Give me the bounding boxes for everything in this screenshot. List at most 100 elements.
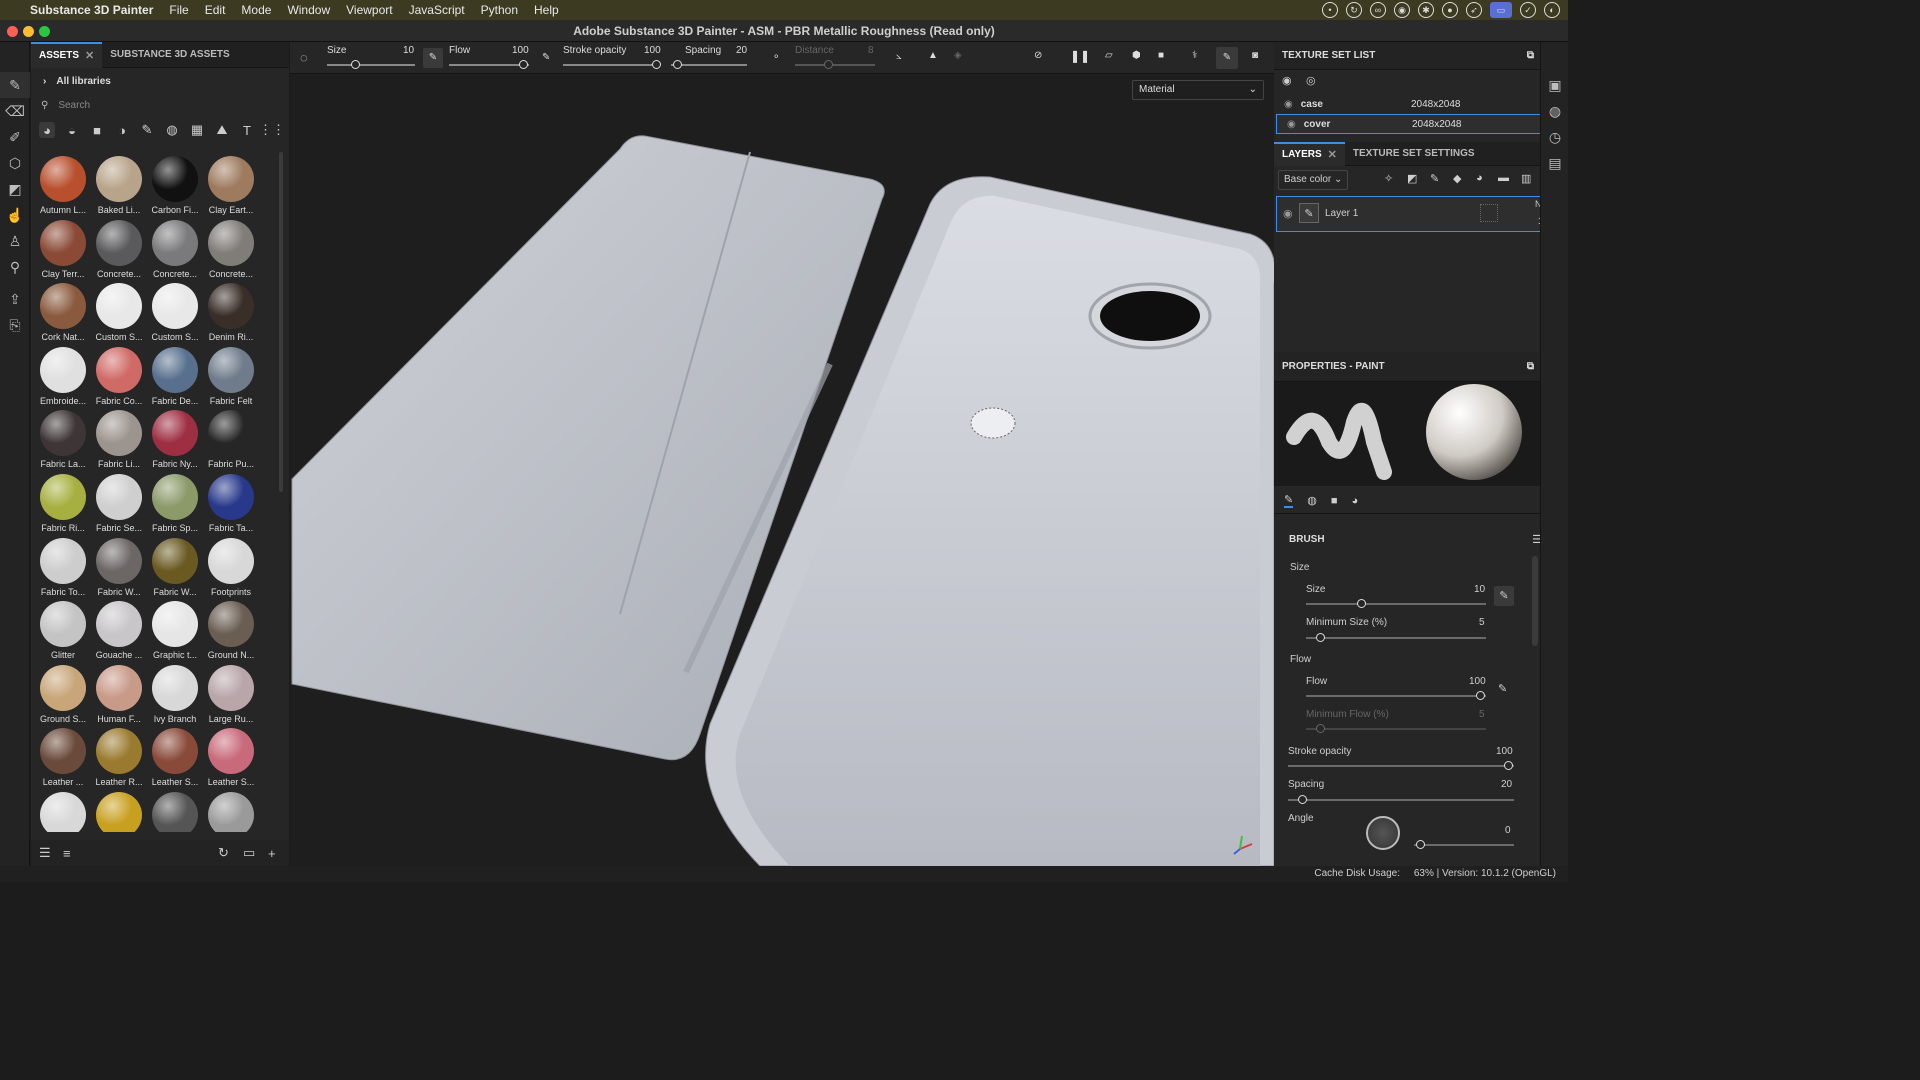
minsize-slider[interactable] [1306,637,1486,639]
asset-tile[interactable]: Glitter [35,597,91,661]
toolbar-spacing-slider[interactable] [671,64,747,66]
paint-mode-icon[interactable]: ✎ [1216,47,1238,69]
asset-tile[interactable]: Fabric To... [35,534,91,598]
smart-materials-filter-icon[interactable]: ◒ [64,122,80,138]
minsize-value[interactable]: 5 [1479,617,1485,628]
asset-tile[interactable]: Embroide... [35,343,91,407]
checkmark-icon[interactable]: ✓ [1520,2,1536,18]
viewport-mode-select[interactable]: Material ⌄ [1132,80,1264,100]
asset-tile[interactable]: Clay Terr... [35,216,91,280]
bake-icon[interactable]: ⎘ [0,312,30,338]
toolbar-opacity-knob[interactable] [652,60,661,69]
occlusion-icon[interactable]: ⊘ [1034,50,1042,61]
pause-icon[interactable]: ❚❚ [1070,49,1090,63]
menu-edit[interactable]: Edit [197,3,234,17]
flow-slider[interactable] [1306,695,1486,697]
size-value[interactable]: 10 [1474,584,1485,595]
minflow-slider[interactable] [1306,728,1486,730]
asset-tile[interactable]: Fabric Ta... [203,470,259,534]
asset-tile[interactable] [203,788,259,832]
asset-tile[interactable]: Baked Li... [91,152,147,216]
minimize-window-button[interactable] [23,26,34,37]
brushes-filter-icon[interactable]: ✎ [139,122,155,138]
flow-pressure-icon[interactable]: ✎ [1498,682,1507,695]
toolbar-size-knob[interactable] [351,60,360,69]
asset-tile[interactable]: Custom S... [91,279,147,343]
add-effect-icon[interactable]: ✧ [1384,172,1393,185]
angle-line-icon[interactable]: ⦣ [896,51,902,62]
layer-mask-thumbnail[interactable] [1480,204,1498,222]
text-filter-icon[interactable]: T [239,122,255,138]
layer-name[interactable]: Layer 1 [1325,208,1358,219]
asset-tile[interactable]: Footprints [203,534,259,598]
toolbar-size-slider[interactable] [327,64,415,66]
geometry-fill-tool-icon[interactable]: ⬡ [0,150,30,176]
brush-tab-icon[interactable]: ✎ [1284,493,1294,508]
add-paint-layer-icon[interactable]: ✎ [1430,172,1439,185]
folder-icon[interactable]: ▭ [243,845,255,861]
viewport[interactable]: ◌ Size 10 ✎ Flow 100 ✎ Stroke opacity 10… [290,42,1274,866]
asset-tile[interactable]: Carbon Fi... [147,152,203,216]
asset-tile[interactable]: Leather S... [203,724,259,788]
history-icon[interactable]: ◷ [1541,124,1569,150]
lazy-mouse-icon[interactable]: ⚬ [772,52,780,63]
symmetry-icon[interactable]: ▲ [928,50,938,61]
asset-tile[interactable]: Fabric W... [91,534,147,598]
paint-brush-tool-icon[interactable]: ✎ [0,72,30,98]
menu-viewport[interactable]: Viewport [338,3,400,17]
polygon-fill-tool-icon[interactable]: ◩ [0,176,30,202]
menu-javascript[interactable]: JavaScript [401,3,473,17]
tab-layers[interactable]: LAYERS ✕ [1274,141,1345,167]
flow-slider-knob[interactable] [1476,691,1485,700]
menu-help[interactable]: Help [526,3,567,17]
refresh-icon[interactable]: ↻ [218,845,229,861]
masks-filter-icon[interactable]: ■ [89,122,105,138]
menu-window[interactable]: Window [279,3,338,17]
size-pressure-icon[interactable]: ✎ [423,48,443,68]
close-window-button[interactable] [7,26,18,37]
asset-tile[interactable] [91,788,147,832]
maximize-icon[interactable]: ⧉ [1527,361,1534,372]
screenshot-icon[interactable]: ◙ [1252,50,1258,61]
asset-tile[interactable]: Ivy Branch [147,661,203,725]
asset-tile[interactable]: Concrete... [203,216,259,280]
add-fill-layer-icon[interactable]: ◆ [1453,172,1461,185]
delete-icon[interactable]: ▥ [1521,172,1531,185]
asset-tile[interactable]: Leather R... [91,724,147,788]
tab-assets[interactable]: ASSETS ✕ [31,41,103,68]
asset-tile[interactable] [147,788,203,832]
toolbar-distance-slider[interactable] [795,64,875,66]
properties-scrollbar[interactable] [1532,556,1538,646]
sync-icon[interactable]: ↻ [1346,2,1362,18]
texture-set-row[interactable]: ◉ cover 2048x2048 [1276,114,1566,134]
eye-solo-icon[interactable]: ◎ [1306,74,1316,87]
asset-tile[interactable]: Ground S... [35,661,91,725]
projection-tool-icon[interactable]: ✐ [0,124,30,150]
user-icon[interactable]: ● [1442,2,1458,18]
asset-tile[interactable]: Leather ... [35,724,91,788]
network-icon[interactable]: ◉ [1394,2,1410,18]
minsize-slider-knob[interactable] [1316,633,1325,642]
angle-value[interactable]: 0 [1505,825,1511,836]
asset-tile[interactable]: Graphic t... [147,597,203,661]
menu-python[interactable]: Python [473,3,526,17]
tab-texture-set-settings[interactable]: TEXTURE SET SETTINGS [1345,142,1483,166]
display-settings-icon[interactable]: ▣ [1541,72,1569,98]
asset-tile[interactable]: Cork Nat... [35,279,91,343]
close-icon[interactable]: ✕ [1328,143,1337,167]
creative-cloud-icon[interactable]: ∞ [1370,2,1386,18]
size-slider-knob[interactable] [1357,599,1366,608]
all-filter-icon[interactable]: ⋮⋮ [259,122,285,138]
filter-view-icon[interactable]: ≡ [63,846,71,861]
channel-select[interactable]: Base color ⌄ [1278,170,1348,190]
asset-tile[interactable]: Fabric La... [35,406,91,470]
asset-tile[interactable]: Fabric Sp... [147,470,203,534]
app-name-menu[interactable]: Substance 3D Painter [22,3,161,17]
asset-tile[interactable]: Fabric Pu... [203,406,259,470]
textures-filter-icon[interactable]: ▦ [189,122,205,138]
asset-tile[interactable]: Fabric W... [147,534,203,598]
eye-icon[interactable]: ◉ [1283,207,1293,220]
asset-tile[interactable]: Gouache ... [91,597,147,661]
minflow-value[interactable]: 5 [1479,709,1485,720]
color-picker-tool-icon[interactable]: ⚲ [0,254,30,280]
